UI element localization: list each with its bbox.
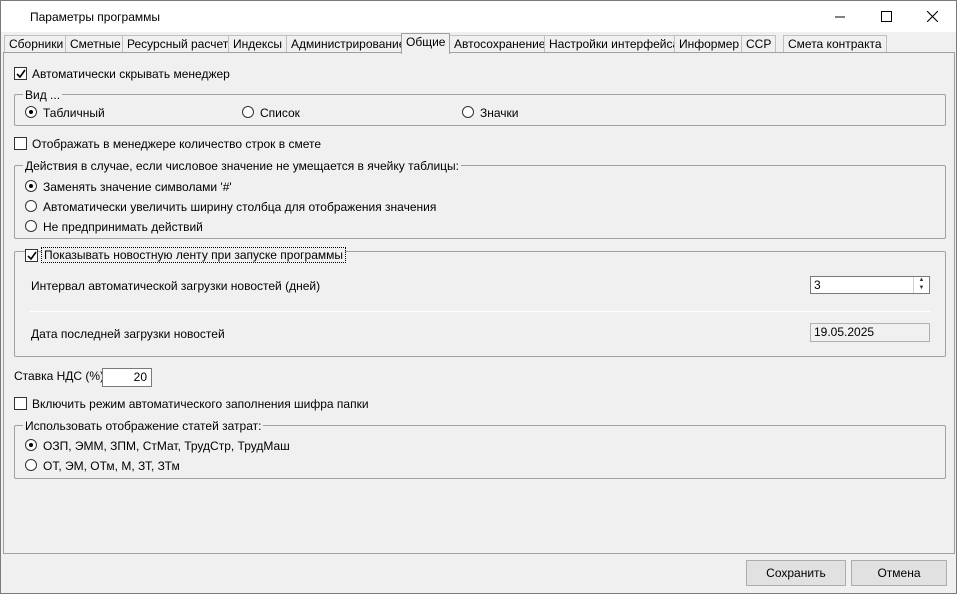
tab-contract-estimate[interactable]: Смета контракта	[783, 35, 887, 53]
overflow-hash-label: Заменять значение символами '#'	[43, 180, 232, 194]
cost-items-option1-label: ОЗП, ЭММ, ЗПМ, СтМат, ТрудСтр, ТрудМаш	[43, 439, 290, 453]
news-last-date-field: 19.05.2025	[810, 323, 930, 342]
view-list-radio[interactable]	[242, 106, 254, 118]
close-button[interactable]	[909, 1, 955, 32]
vat-value: 20	[133, 370, 147, 384]
overflow-autowidth-label: Автоматически увеличить ширину столбца д…	[43, 200, 437, 214]
tab-indexes[interactable]: Индексы	[228, 35, 287, 53]
news-interval-label: Интервал автоматической загрузки новосте…	[31, 279, 321, 293]
maximize-icon	[880, 11, 892, 22]
general-tab-panel: Автоматически скрывать менеджер Вид ... …	[3, 52, 955, 554]
tab-interface-settings[interactable]: Настройки интерфейса	[544, 35, 685, 53]
cancel-button[interactable]: Отмена	[851, 560, 947, 586]
news-interval-input[interactable]: 3 ▲ ▼	[810, 276, 930, 294]
overflow-none-label: Не предпринимать действий	[43, 220, 203, 234]
news-interval-value: 3	[814, 278, 821, 292]
overflow-group-label: Действия в случае, если числовое значени…	[23, 159, 461, 173]
overflow-hash-radio[interactable]	[25, 180, 37, 192]
overflow-none-radio[interactable]	[25, 220, 37, 232]
auto-hide-manager-checkbox[interactable]	[14, 67, 27, 80]
view-list-label: Список	[260, 106, 300, 120]
news-last-date-label: Дата последней загрузки новостей	[31, 327, 225, 341]
window-title: Параметры программы	[30, 10, 160, 24]
close-icon	[926, 11, 938, 22]
cost-items-option2-radio[interactable]	[25, 459, 37, 471]
minimize-icon	[835, 16, 845, 17]
view-icons-label: Значки	[480, 106, 519, 120]
save-button[interactable]: Сохранить	[746, 560, 846, 586]
news-last-date-value: 19.05.2025	[814, 325, 875, 339]
tab-ssr[interactable]: ССР	[741, 35, 777, 53]
tab-administration[interactable]: Администрирование	[286, 35, 411, 53]
cost-items-option2-label: ОТ, ЭМ, ОТм, М, ЗТ, ЗТм	[43, 459, 180, 473]
vat-input[interactable]: 20	[102, 368, 152, 387]
tab-general[interactable]: Общие	[401, 33, 451, 54]
show-news-label: Показывать новостную ленту при запуске п…	[41, 247, 346, 263]
cost-items-group-label: Использовать отображение статей затрат:	[23, 419, 264, 433]
vat-label: Ставка НДС (%)	[14, 369, 105, 383]
view-table-label: Табличный	[43, 106, 105, 120]
title-bar: Параметры программы	[1, 1, 956, 32]
spin-up-icon[interactable]: ▲	[914, 277, 929, 285]
tab-informer[interactable]: Информер	[674, 35, 745, 53]
dialog-window: Параметры программы Сборники Сметные Рес…	[0, 0, 957, 594]
minimize-button[interactable]	[817, 1, 863, 32]
auto-fill-code-checkbox[interactable]	[14, 397, 27, 410]
show-row-count-checkbox[interactable]	[14, 137, 27, 150]
auto-hide-manager-label: Автоматически скрывать менеджер	[32, 67, 230, 81]
tab-strip: Сборники Сметные Ресурсный расчет Индекс…	[1, 33, 956, 54]
tab-sborniki[interactable]: Сборники	[4, 35, 69, 53]
news-group	[14, 251, 946, 357]
check-icon	[16, 69, 26, 79]
cost-items-option1-radio[interactable]	[25, 439, 37, 451]
tab-smetnye[interactable]: Сметные	[65, 35, 126, 53]
view-icons-radio[interactable]	[462, 106, 474, 118]
news-separator	[30, 311, 930, 312]
view-group-label: Вид ...	[23, 88, 63, 102]
overflow-autowidth-radio[interactable]	[25, 200, 37, 212]
show-row-count-label: Отображать в менеджере количество строк …	[32, 137, 322, 151]
maximize-button[interactable]	[863, 1, 909, 32]
tab-autosave[interactable]: Автосохранение	[449, 35, 551, 53]
check-icon	[27, 251, 37, 261]
show-news-checkbox[interactable]	[25, 249, 38, 262]
news-interval-spinner[interactable]: ▲ ▼	[913, 277, 929, 293]
auto-fill-code-label: Включить режим автоматического заполнени…	[32, 397, 369, 411]
view-table-radio[interactable]	[25, 106, 37, 118]
tab-resource-calc[interactable]: Ресурсный расчет	[122, 35, 234, 53]
spin-down-icon[interactable]: ▼	[914, 285, 929, 293]
